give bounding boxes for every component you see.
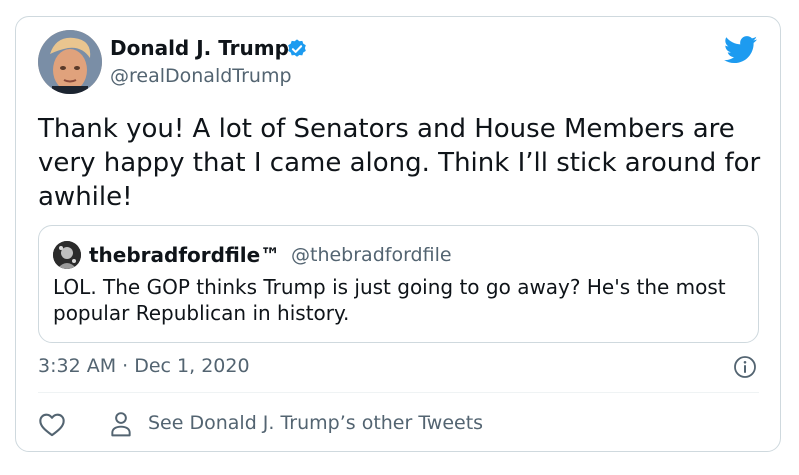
see-other-tweets-link[interactable]: See Donald J. Trump’s other Tweets xyxy=(148,410,483,436)
tweet-text: Thank you! A lot of Senators and House M… xyxy=(38,114,761,212)
author-handle[interactable]: @realDonaldTrump xyxy=(110,64,292,88)
quoted-tweet-text: LOL. The GOP thinks Trump is just going … xyxy=(53,275,726,325)
author-avatar[interactable] xyxy=(38,30,102,94)
person-icon xyxy=(111,412,131,437)
quoted-tweet[interactable]: thebradfordfile™ @thebradfordfile LOL. T… xyxy=(38,225,759,343)
quoted-author-handle: @thebradfordfile xyxy=(291,244,452,266)
quoted-author-avatar xyxy=(53,241,81,269)
divider xyxy=(38,392,759,393)
quoted-author-name: thebradfordfile™ xyxy=(89,243,281,267)
verified-badge-icon xyxy=(288,39,306,57)
author-name[interactable]: Donald J. Trump xyxy=(110,36,289,60)
twitter-bird-icon[interactable] xyxy=(724,36,758,64)
info-icon[interactable] xyxy=(733,355,757,379)
tweet-timestamp[interactable]: 3:32 AM · Dec 1, 2020 xyxy=(38,353,250,379)
heart-icon[interactable] xyxy=(38,411,66,437)
